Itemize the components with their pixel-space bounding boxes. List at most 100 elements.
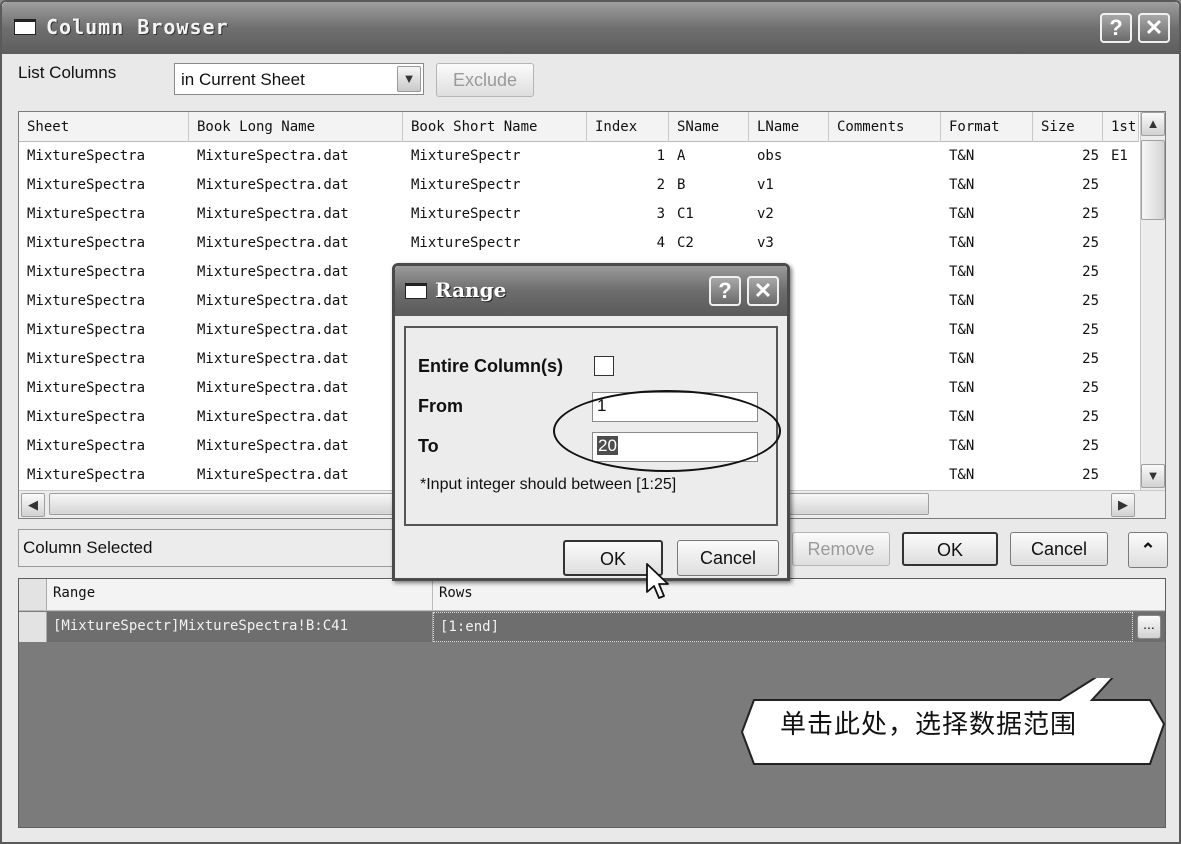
scroll-down-icon[interactable]: ▼ bbox=[1141, 464, 1165, 488]
cell-sheet: MixtureSpectra bbox=[27, 467, 146, 483]
entire-columns-checkbox[interactable] bbox=[594, 356, 614, 376]
range-cancel-button[interactable]: Cancel bbox=[677, 540, 779, 576]
help-button[interactable]: ? bbox=[1100, 13, 1132, 43]
cell-lname: obs bbox=[757, 148, 783, 164]
to-label: To bbox=[418, 436, 439, 456]
column-header-comments[interactable]: Comments bbox=[829, 112, 941, 142]
cell-sheet: MixtureSpectra bbox=[27, 409, 146, 425]
cell-size: 25 bbox=[1082, 293, 1099, 309]
cell-long: MixtureSpectra.dat bbox=[197, 380, 349, 396]
column-header-long[interactable]: Book Long Name bbox=[189, 112, 403, 142]
column-header-short[interactable]: Book Short Name bbox=[403, 112, 587, 142]
table-row[interactable]: MixtureSpectra MixtureSpectra.dat MixtureS… bbox=[19, 142, 1139, 171]
cell-index: 4 bbox=[656, 235, 665, 251]
cell-sheet: MixtureSpectra bbox=[27, 293, 146, 309]
cell-first bbox=[1103, 258, 1139, 287]
vertical-scroll-thumb[interactable] bbox=[1141, 140, 1165, 220]
cell-size: 25 bbox=[1082, 148, 1099, 164]
cell-first bbox=[1103, 200, 1139, 229]
collapse-button[interactable]: ⌃ bbox=[1128, 532, 1168, 568]
column-header-lname[interactable]: LName bbox=[749, 112, 829, 142]
vertical-scrollbar[interactable]: ▲ ▼ bbox=[1140, 112, 1165, 490]
cell-format: T&N bbox=[949, 177, 975, 193]
cell-first bbox=[1103, 461, 1139, 490]
dialog-close-button[interactable]: ✕ bbox=[747, 276, 779, 306]
cell-sname: C2 bbox=[677, 235, 694, 251]
mouse-cursor-icon bbox=[646, 563, 669, 599]
range-dialog-titlebar[interactable]: Range ? ✕ bbox=[395, 266, 787, 316]
selection-range-cell[interactable]: [MixtureSpectr]MixtureSpectra!B:C41 bbox=[47, 612, 433, 642]
cell-lname: v3 bbox=[757, 235, 774, 251]
cell-size: 25 bbox=[1082, 467, 1099, 483]
from-label: From bbox=[418, 396, 463, 416]
double-chevron-up-icon: ⌃ bbox=[1140, 540, 1156, 560]
cell-format: T&N bbox=[949, 438, 975, 454]
cell-format: T&N bbox=[949, 380, 975, 396]
cell-size: 25 bbox=[1082, 409, 1099, 425]
callout-text: 单击此处，选择数据范围 bbox=[780, 710, 1078, 740]
row-header-corner bbox=[19, 579, 47, 610]
cell-first: E1 bbox=[1111, 148, 1128, 164]
column-header-sname[interactable]: SName bbox=[669, 112, 749, 142]
scroll-right-icon[interactable]: ▶ bbox=[1111, 493, 1135, 517]
cell-first bbox=[1103, 287, 1139, 316]
cell-format: T&N bbox=[949, 467, 975, 483]
cell-lname: v2 bbox=[757, 206, 774, 222]
cell-long: MixtureSpectra.dat bbox=[197, 293, 349, 309]
dialog-window-icon bbox=[405, 283, 427, 299]
cell-format: T&N bbox=[949, 235, 975, 251]
cell-first bbox=[1103, 316, 1139, 345]
grid-header: Sheet Book Long Name Book Short Name Index S… bbox=[19, 112, 1139, 142]
cell-sheet: MixtureSpectra bbox=[27, 148, 146, 164]
range-group-box: Entire Column(s) From 1 To 20 *Input int… bbox=[404, 326, 781, 526]
cell-index: 2 bbox=[656, 177, 665, 193]
cell-format: T&N bbox=[949, 206, 975, 222]
cell-long: MixtureSpectra.dat bbox=[197, 206, 349, 222]
close-button[interactable]: ✕ bbox=[1138, 13, 1170, 43]
scope-dropdown[interactable]: in Current Sheet ▼ bbox=[174, 63, 424, 95]
column-header-format[interactable]: Format bbox=[941, 112, 1033, 142]
column-header-first[interactable]: 1st bbox=[1103, 112, 1139, 142]
window-title: Column Browser bbox=[46, 15, 229, 39]
select-range-button[interactable]: ... bbox=[1137, 615, 1161, 639]
column-header-index[interactable]: Index bbox=[587, 112, 669, 142]
table-row[interactable]: MixtureSpectra MixtureSpectra.dat MixtureS… bbox=[19, 171, 1139, 200]
cell-size: 25 bbox=[1082, 264, 1099, 280]
cell-sname: C1 bbox=[677, 206, 694, 222]
range-dialog-title: Range bbox=[435, 278, 507, 302]
cell-long: MixtureSpectra.dat bbox=[197, 177, 349, 193]
callout-annotation: 单击此处，选择数据范围 bbox=[740, 651, 1166, 766]
cell-long: MixtureSpectra.dat bbox=[197, 148, 349, 164]
scroll-up-icon[interactable]: ▲ bbox=[1141, 112, 1165, 136]
column-header-sheet[interactable]: Sheet bbox=[19, 112, 189, 142]
exclude-button[interactable]: Exclude bbox=[436, 63, 534, 97]
main-titlebar[interactable]: Column Browser ? ✕ bbox=[2, 2, 1179, 54]
cell-index: 1 bbox=[656, 148, 665, 164]
ok-button[interactable]: OK bbox=[902, 532, 998, 566]
cell-short: MixtureSpectr bbox=[411, 148, 521, 164]
selection-row[interactable]: [MixtureSpectr]MixtureSpectra!B:C41 [1:e… bbox=[19, 612, 1165, 642]
table-row[interactable]: MixtureSpectra MixtureSpectra.dat MixtureS… bbox=[19, 200, 1139, 229]
selection-rows-cell[interactable]: [1:end] bbox=[433, 612, 1133, 642]
list-columns-label: List Columns bbox=[18, 63, 117, 82]
cell-format: T&N bbox=[949, 351, 975, 367]
cell-sname: B bbox=[677, 177, 686, 193]
table-row[interactable]: MixtureSpectra MixtureSpectra.dat MixtureS… bbox=[19, 229, 1139, 258]
dialog-help-button[interactable]: ? bbox=[709, 276, 741, 306]
chevron-down-icon[interactable]: ▼ bbox=[397, 66, 421, 92]
cell-sheet: MixtureSpectra bbox=[27, 264, 146, 280]
cell-lname: v1 bbox=[757, 177, 774, 193]
cell-size: 25 bbox=[1082, 206, 1099, 222]
ellipse-annotation bbox=[553, 390, 781, 472]
cell-size: 25 bbox=[1082, 351, 1099, 367]
cell-first bbox=[1103, 171, 1139, 200]
cell-long: MixtureSpectra.dat bbox=[197, 264, 349, 280]
scroll-left-icon[interactable]: ◀ bbox=[21, 493, 45, 517]
column-header-size[interactable]: Size bbox=[1033, 112, 1103, 142]
cell-format: T&N bbox=[949, 148, 975, 164]
cancel-button[interactable]: Cancel bbox=[1010, 532, 1108, 566]
cell-sheet: MixtureSpectra bbox=[27, 235, 146, 251]
cell-size: 25 bbox=[1082, 235, 1099, 251]
cell-long: MixtureSpectra.dat bbox=[197, 351, 349, 367]
remove-button[interactable]: Remove bbox=[792, 532, 890, 566]
